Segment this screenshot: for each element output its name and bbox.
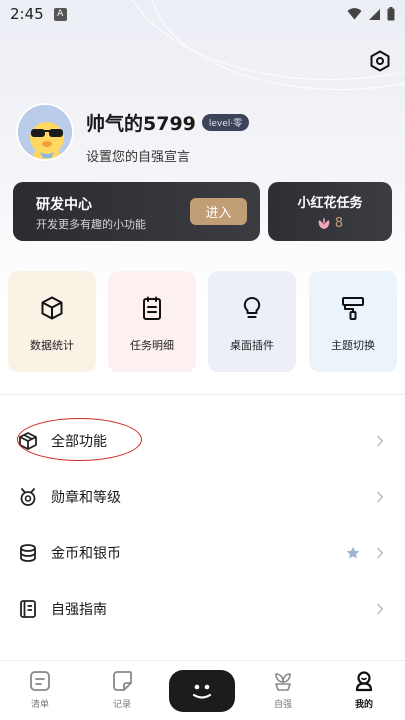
wifi-icon (347, 8, 362, 20)
nav-tab-self-improve[interactable]: 自强 (253, 661, 313, 720)
guide-book-icon (20, 600, 36, 618)
signal-icon (369, 8, 380, 20)
profile-section: 帅气的5799 level·零 设置您的自强宣言 (16, 103, 250, 165)
clipboard-icon (143, 296, 161, 320)
nav-label: 自强 (273, 700, 292, 710)
tool-label: 桌面插件 (230, 339, 274, 352)
battery-icon (387, 7, 395, 21)
motto-link[interactable]: 设置您的自强宣言 (86, 146, 249, 165)
nav-label: 清单 (30, 700, 49, 710)
tool-label: 任务明细 (130, 339, 174, 352)
enter-button[interactable]: 进入 (190, 198, 247, 225)
menu-label: 金币和银币 (51, 546, 121, 562)
status-time: 2:45 (10, 5, 44, 23)
tool-label: 数据统计 (30, 339, 74, 352)
tool-data-stats[interactable]: 数据统计 (8, 271, 96, 372)
paint-roller-icon (342, 297, 364, 320)
flower-icon (318, 217, 330, 229)
chevron-right-icon (376, 491, 384, 503)
tool-desktop-widget[interactable]: 桌面插件 (208, 271, 296, 372)
chevron-right-icon (376, 547, 384, 559)
face-icon (192, 684, 212, 699)
nav-label: 记录 (112, 700, 131, 710)
nav-center-button[interactable] (169, 670, 235, 712)
nav-tab-record[interactable]: 记录 (92, 661, 152, 720)
menu-label: 全部功能 (51, 434, 107, 450)
coins-icon (20, 544, 36, 562)
tool-label: 主题切换 (331, 339, 375, 352)
nav-tab-mine[interactable]: 我的 (334, 661, 394, 720)
note-icon (113, 671, 132, 691)
menu-item-coins[interactable]: 金币和银币 (0, 525, 405, 581)
sprout-icon (275, 673, 291, 691)
bottom-nav: 清单 记录 自强 我的 (0, 660, 405, 720)
username[interactable]: 帅气的5799 (86, 109, 196, 136)
tool-theme-switch[interactable]: 主题切换 (309, 271, 397, 372)
lightbulb-icon (243, 296, 261, 318)
box-icon (19, 432, 37, 450)
menu-item-guide[interactable]: 自强指南 (0, 581, 405, 637)
avatar[interactable] (16, 103, 74, 161)
tool-task-detail[interactable]: 任务明细 (108, 271, 196, 372)
medal-icon (20, 488, 36, 506)
nav-tab-list[interactable]: 清单 (10, 661, 70, 720)
section-divider (0, 394, 405, 395)
flower-task-title: 小红花任务 (297, 196, 363, 211)
notification-icon: A (53, 7, 67, 21)
menu-label: 勋章和等级 (51, 490, 121, 506)
dev-center-card[interactable]: 研发中心 开发更多有趣的小功能 进入 (13, 182, 260, 241)
flower-count: 8 (334, 216, 344, 231)
nav-label: 我的 (354, 700, 373, 710)
status-bar: 2:45 A (0, 0, 405, 28)
level-badge: level·零 (201, 114, 250, 131)
hexagon-settings-icon (370, 50, 390, 72)
profile-icon (355, 671, 373, 692)
list-icon (30, 671, 50, 691)
flower-task-card[interactable]: 小红花任务 8 (268, 182, 392, 241)
settings-button[interactable] (368, 49, 392, 73)
chevron-right-icon (376, 603, 384, 615)
star-icon (346, 546, 360, 559)
menu-item-all-features[interactable]: 全部功能 (0, 413, 405, 469)
dev-center-subtitle: 开发更多有趣的小功能 (36, 218, 146, 231)
menu-label: 自强指南 (51, 602, 107, 618)
cube-icon (41, 296, 63, 320)
tools-grid: 数据统计 任务明细 桌面插件 主题切换 (8, 271, 398, 372)
chevron-right-icon (376, 435, 384, 447)
duck-avatar-icon (18, 105, 72, 159)
menu-item-medals[interactable]: 勋章和等级 (0, 469, 405, 525)
dev-center-title: 研发中心 (36, 197, 92, 213)
